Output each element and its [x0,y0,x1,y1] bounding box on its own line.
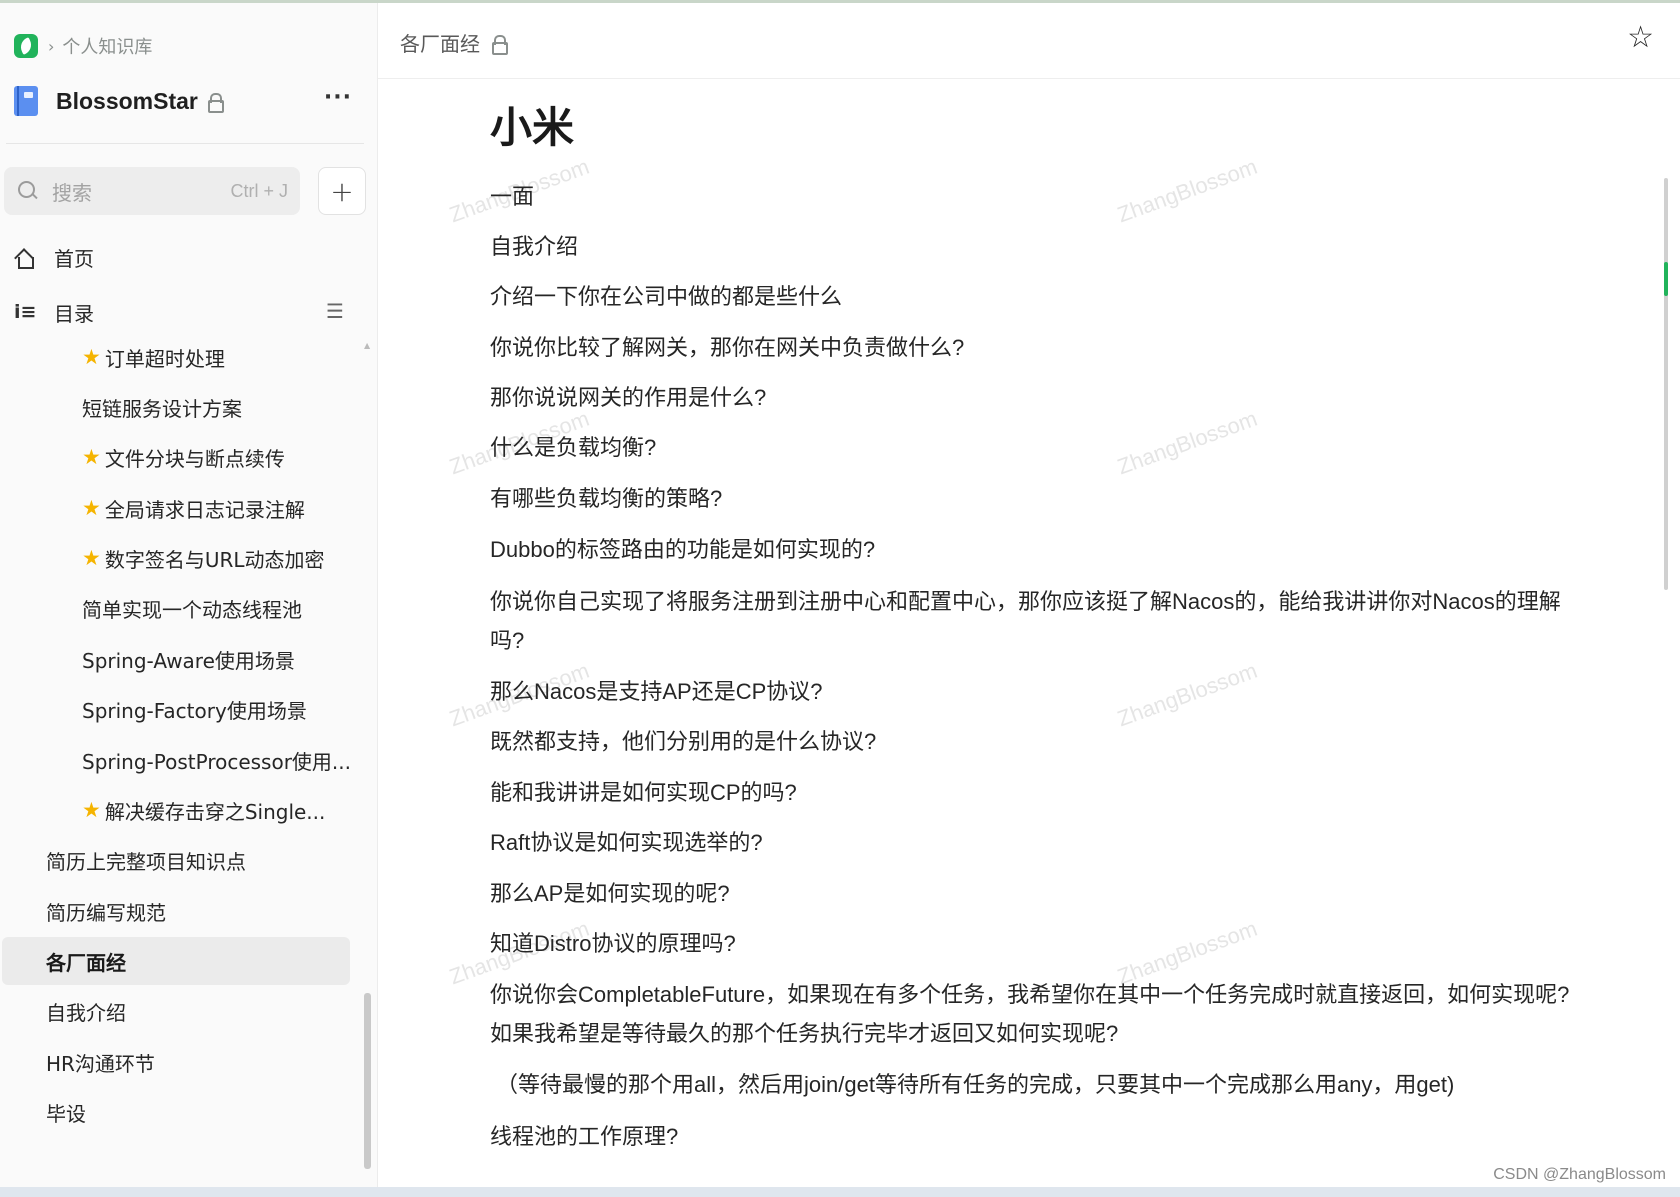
toc-item-cache-breakdown[interactable]: ★ 解决缓存击穿之Single... [82,786,325,834]
scroll-up-arrow-icon[interactable]: ▲ [364,341,372,350]
search-placeholder: 搜索 [52,180,92,205]
toc-item-request-log[interactable]: ★ 全局请求日志记录注解 [82,484,305,532]
sidebar: › 个人知识库 BlossomStar ··· 搜索 Ctrl + J + 首页… [0,3,378,1187]
toc-item-label: Spring-PostProcessor使用... [82,749,352,774]
toc-item-graduation[interactable]: 毕设 [46,1088,86,1136]
nav-home[interactable]: 首页 [14,239,94,275]
scroll-position-indicator [1664,262,1668,296]
doc-paragraph: 什么是负载均衡? [490,435,657,460]
doc-paragraph: Raft协议是如何实现选举的? [490,830,763,855]
nav-toc[interactable]: ⅰ≡ 目录 [14,294,94,330]
toc-item-file-chunk[interactable]: ★ 文件分块与断点续传 [82,433,285,481]
document-title: 小米 [490,103,575,152]
doc-paragraph: 那么AP是如何实现的呢? [490,881,730,906]
toc-item-label: 毕设 [46,1101,86,1126]
toc-item-label: 简历编写规范 [46,900,166,925]
toc-item-self-intro[interactable]: 自我介绍 [46,987,126,1035]
lock-icon [492,34,508,55]
toc-item-label: 订单超时处理 [104,346,225,371]
toc-item-order-timeout[interactable]: ★ 订单超时处理 [82,333,225,381]
doc-paragraph: 能和我讲讲是如何实现CP的吗? [490,780,797,805]
toc-list: ★ 订单超时处理 短链服务设计方案 ★ 文件分块与断点续传 ★ 全局请求日志记录… [0,333,362,1185]
nav-toc-label: 目录 [54,301,94,326]
toc-item-spring-aware[interactable]: Spring-Aware使用场景 [82,635,295,683]
doc-paragraph: 知道Distro协议的原理吗? [490,931,736,956]
collapse-toc-icon[interactable]: ☰ [326,299,344,323]
doc-paragraph: Dubbo的标签路由的功能是如何实现的? [490,537,876,562]
breadcrumb-knowledge-base[interactable]: 个人知识库 [62,33,152,59]
doc-paragraph: 介绍一下你在公司中做的都是些什么 [490,284,843,309]
star-filled-icon: ★ [82,798,101,822]
doc-paragraph: 那么Nacos是支持AP还是CP协议? [490,679,823,704]
toc-item-spring-factory[interactable]: Spring-Factory使用场景 [82,685,307,733]
csdn-credit: CSDN @ZhangBlossom [1493,1166,1666,1183]
toc-item-interviews[interactable]: 各厂面经 [2,937,350,985]
toc-item-label: 简单实现一个动态线程池 [82,597,302,622]
app-logo-icon[interactable] [14,34,38,58]
toc-item-label: 各厂面经 [46,950,126,975]
nav-home-label: 首页 [54,246,94,271]
document-header: 各厂面经 ☆ [378,3,1680,79]
toc-item-label: Spring-Factory使用场景 [82,698,307,723]
doc-paragraph: 既然都支持，他们分别用的是什么协议? [490,729,877,754]
doc-paragraph: 你说你比较了解网关，那你在网关中负责做什么? [490,335,965,360]
book-icon [14,86,38,116]
toc-item-hr[interactable]: HR沟通环节 [46,1038,155,1086]
toc-item-label: 自我介绍 [46,1000,126,1025]
doc-paragraph: 自我介绍 [490,234,579,259]
doc-paragraph: 你说你自己实现了将服务注册到注册中心和配置中心，那你应该挺了解Nacos的，能给… [490,589,1561,653]
toc-item-label: 短链服务设计方案 [82,396,242,421]
toc-item-resume-spec[interactable]: 简历编写规范 [46,887,166,935]
doc-paragraph: 一面 [490,184,535,209]
doc-paragraph: 你说你会CompletableFuture，如果现在有多个任务，我希望你在其中一… [490,982,1570,1046]
toc-item-label: 全局请求日志记录注解 [104,497,305,522]
toc-item-thread-pool[interactable]: 简单实现一个动态线程池 [82,584,302,632]
star-filled-icon: ★ [82,345,101,369]
star-filled-icon: ★ [82,546,101,570]
lock-icon [207,93,224,113]
chevron-right-icon: › [48,36,55,56]
content-scrollbar[interactable] [1664,178,1668,590]
doc-paragraph: 那你说说网关的作用是什么? [490,385,767,410]
toc-icon: ⅰ≡ [14,301,37,323]
document-breadcrumb: 各厂面经 [400,28,508,57]
toc-item-label: 解决缓存击穿之Single... [104,799,326,824]
toc-item-label: 数字签名与URL动态加密 [104,547,325,572]
star-filled-icon: ★ [82,496,101,520]
sidebar-scrollbar[interactable] [364,993,371,1169]
book-header: BlossomStar ··· [14,81,364,121]
document-breadcrumb-label[interactable]: 各厂面经 [400,28,480,57]
search-input[interactable]: 搜索 Ctrl + J [4,167,300,215]
toc-item-label: 文件分块与断点续传 [104,446,285,471]
search-icon [18,181,38,201]
toc-item-resume-project[interactable]: 简历上完整项目知识点 [46,836,246,884]
add-button[interactable]: + [318,167,366,215]
window-bottom-strip [0,1187,1680,1197]
document-content: ZhangBlossom ZhangBlossom ZhangBlossom Z… [378,80,1680,1187]
breadcrumb: › 个人知识库 [14,31,152,61]
toc-item-label: HR沟通环节 [46,1051,155,1076]
home-icon [14,248,34,269]
toc-item-label: Spring-Aware使用场景 [82,648,295,673]
star-outline-icon[interactable]: ☆ [1627,23,1654,53]
more-options-button[interactable]: ··· [324,85,352,110]
doc-paragraph: 有哪些负载均衡的策略? [490,486,723,511]
toc-item-label: 简历上完整项目知识点 [46,849,246,874]
star-filled-icon: ★ [82,445,101,469]
sidebar-divider [6,143,364,144]
toc-item-short-link[interactable]: 短链服务设计方案 [82,383,242,431]
toc-item-digital-signature[interactable]: ★ 数字签名与URL动态加密 [82,534,325,582]
doc-paragraph: （等待最慢的那个用all，然后用join/get等待所有任务的完成，只要其中一个… [496,1072,1455,1097]
book-title[interactable]: BlossomStar [56,88,198,115]
search-shortcut-hint: Ctrl + J [230,180,288,201]
doc-paragraph: 线程池的工作原理? [490,1124,679,1149]
toc-item-spring-postprocessor[interactable]: Spring-PostProcessor使用... [82,736,351,784]
